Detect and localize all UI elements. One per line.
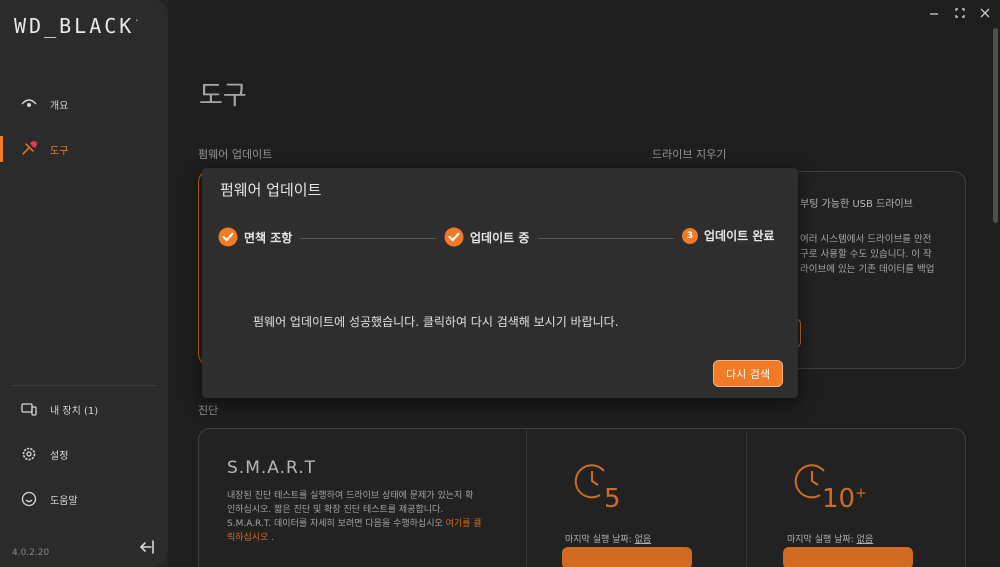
eye-icon — [20, 95, 38, 113]
firmware-update-dialog: 펌웨어 업데이트 면책 조항 업데이트 중 3 업데이트 완료 펌웨어 업데이트… — [202, 168, 798, 398]
sidebar-item-label: 개요 — [50, 100, 69, 112]
devices-icon — [20, 400, 38, 418]
step-connector — [538, 238, 674, 239]
sidebar-item-tools[interactable]: 도구 — [0, 132, 168, 166]
step-updating: 업데이트 중 — [444, 227, 529, 247]
tools-icon — [20, 140, 38, 158]
dialog-title: 펌웨어 업데이트 — [220, 181, 322, 199]
collapse-sidebar-icon[interactable] — [138, 538, 156, 556]
gear-icon — [20, 445, 38, 463]
check-circle-icon — [218, 227, 238, 247]
step-complete: 3 업데이트 완료 — [680, 227, 774, 244]
app-version: 4.0.2.20 — [12, 548, 50, 558]
sidebar-item-label: 도구 — [50, 145, 69, 157]
app-logo: WD_BLACK. — [14, 14, 140, 38]
step-disclaimer: 면책 조항 — [218, 227, 292, 247]
rescan-button[interactable]: 다시 검색 — [713, 360, 783, 387]
step-connector — [300, 238, 436, 239]
dialog-message: 펌웨어 업데이트에 성공했습니다. 클릭하여 다시 검색해 보시기 바랍니다. — [253, 315, 619, 329]
sidebar-item-help[interactable]: 도움말 — [0, 482, 168, 516]
sidebar-item-label: 도움말 — [50, 495, 78, 507]
sidebar-item-overview[interactable]: 개요 — [0, 87, 168, 121]
sidebar-item-label: 설정 — [50, 450, 69, 462]
sidebar-item-label: 내 장치 (1) — [50, 405, 99, 417]
help-icon — [20, 490, 38, 508]
sidebar-item-settings[interactable]: 설정 — [0, 437, 168, 471]
step-number-badge: 3 — [682, 227, 698, 244]
check-circle-icon — [444, 227, 464, 247]
sidebar: WD_BLACK. 개요 도구 내 장치 (1) 설정 도움말 4.0.2.20 — [0, 0, 168, 567]
sidebar-divider — [12, 385, 156, 386]
sidebar-item-my-devices[interactable]: 내 장치 (1) — [0, 392, 168, 426]
